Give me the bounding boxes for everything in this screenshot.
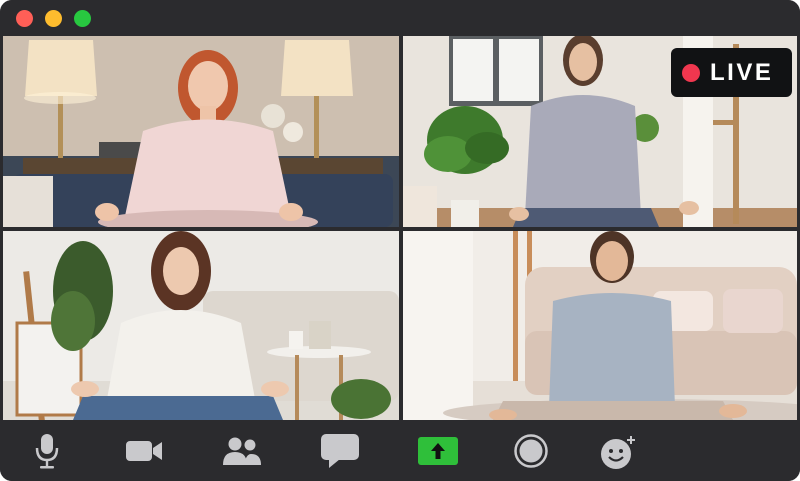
participant-video-1 xyxy=(3,36,399,227)
record-icon xyxy=(514,434,548,468)
people-icon xyxy=(223,437,261,465)
participant-video-tile-3[interactable] xyxy=(3,231,399,420)
camera-button[interactable] xyxy=(123,430,165,472)
video-call-window: LIVE xyxy=(0,0,800,481)
reactions-button[interactable] xyxy=(597,430,639,472)
participants-button[interactable] xyxy=(221,430,263,472)
title-bar xyxy=(0,0,800,36)
maximize-window-button[interactable] xyxy=(74,10,91,27)
share-screen-button[interactable] xyxy=(417,430,459,472)
close-window-button[interactable] xyxy=(16,10,33,27)
participant-video-tile-4[interactable] xyxy=(403,231,797,420)
share-arrow-icon xyxy=(418,437,458,465)
minimize-window-button[interactable] xyxy=(45,10,62,27)
participant-video-4 xyxy=(403,231,797,420)
call-controls-toolbar xyxy=(0,420,800,481)
video-camera-icon xyxy=(126,441,162,461)
live-indicator-badge: LIVE xyxy=(671,48,792,97)
participant-video-3 xyxy=(3,231,399,420)
chat-button[interactable] xyxy=(319,430,361,472)
emoji-add-icon xyxy=(601,436,635,469)
live-label: LIVE xyxy=(710,58,774,86)
participant-video-tile-1[interactable] xyxy=(3,36,399,227)
chat-bubble-icon xyxy=(321,434,359,468)
record-button[interactable] xyxy=(510,430,552,472)
live-dot-icon xyxy=(682,63,700,82)
microphone-icon xyxy=(35,434,59,469)
microphone-button[interactable] xyxy=(26,430,68,472)
